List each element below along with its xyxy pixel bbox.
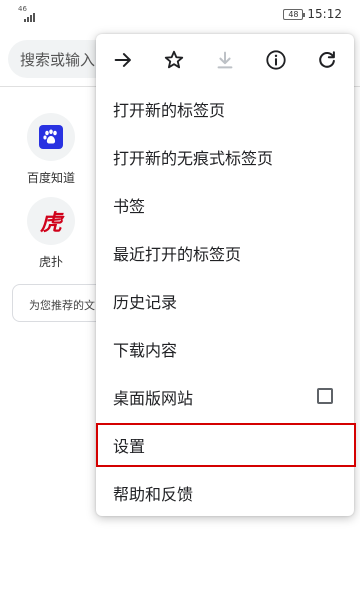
- shortcut-baidu-zhidao[interactable]: 百度知道: [21, 113, 81, 186]
- baidu-paw-icon: [39, 125, 63, 149]
- clock: 15:12: [307, 7, 342, 21]
- forward-arrow-icon: [114, 53, 131, 67]
- menu-item-label: 帮助和反馈: [113, 485, 194, 504]
- phone-screen: 46 48 15:12 搜索或输入 百度知道 虎 虎扑 为您推荐的文 打开新的标…: [0, 0, 360, 608]
- menu-item-recent-tabs[interactable]: 最近打开的标签页: [96, 228, 354, 276]
- download-icon: [217, 51, 233, 69]
- page-info-button[interactable]: [264, 48, 288, 72]
- menu-item-label: 最近打开的标签页: [113, 245, 242, 264]
- menu-item-history[interactable]: 历史记录: [96, 276, 354, 324]
- status-bar: 46 48 15:12: [0, 0, 360, 30]
- shortcut-label: 虎扑: [38, 255, 63, 269]
- menu-item-desktop-site[interactable]: 桌面版网站: [96, 372, 354, 420]
- menu-item-label: 下载内容: [113, 341, 178, 360]
- bookmark-star-icon: [164, 50, 184, 69]
- shortcut-label: 百度知道: [26, 171, 75, 185]
- menu-item-label: 桌面版网站: [113, 389, 194, 408]
- omnibox-placeholder: 搜索或输入: [20, 51, 96, 69]
- menu-item-settings[interactable]: 设置: [96, 420, 354, 468]
- battery-icon: 48: [283, 8, 306, 20]
- menu-item-new-tab[interactable]: 打开新的标签页: [96, 84, 354, 132]
- bookmark-button[interactable]: [162, 48, 186, 72]
- menu-action-bar: [96, 34, 354, 86]
- reload-icon: [319, 51, 335, 68]
- shortcut-hupu[interactable]: 虎 虎扑: [21, 197, 81, 270]
- forward-button[interactable]: [111, 48, 135, 72]
- menu-item-label: 打开新的无痕式标签页: [113, 149, 274, 168]
- menu-item-label: 打开新的标签页: [113, 101, 226, 120]
- menu-item-label: 历史记录: [113, 293, 178, 312]
- menu-item-label: 设置: [113, 437, 146, 456]
- network-type-label: 46: [18, 5, 27, 13]
- menu-item-downloads[interactable]: 下载内容: [96, 324, 354, 372]
- page-info-icon: [266, 50, 286, 70]
- desktop-site-checkbox[interactable]: [317, 388, 333, 404]
- menu-item-help-feedback[interactable]: 帮助和反馈: [96, 468, 354, 516]
- menu-item-new-incognito-tab[interactable]: 打开新的无痕式标签页: [96, 132, 354, 180]
- hupu-logo-icon: 虎: [39, 210, 62, 236]
- signal-icon: 46: [18, 5, 40, 22]
- overflow-menu: 打开新的标签页 打开新的无痕式标签页 书签 最近打开的标签页 历史记录 下载内容…: [96, 34, 354, 516]
- recommended-articles-label: 为您推荐的文: [29, 299, 95, 312]
- download-page-button[interactable]: [213, 48, 237, 72]
- battery-level: 48: [288, 9, 299, 19]
- menu-item-bookmarks[interactable]: 书签: [96, 180, 354, 228]
- menu-item-label: 书签: [113, 197, 146, 216]
- reload-button[interactable]: [315, 48, 339, 72]
